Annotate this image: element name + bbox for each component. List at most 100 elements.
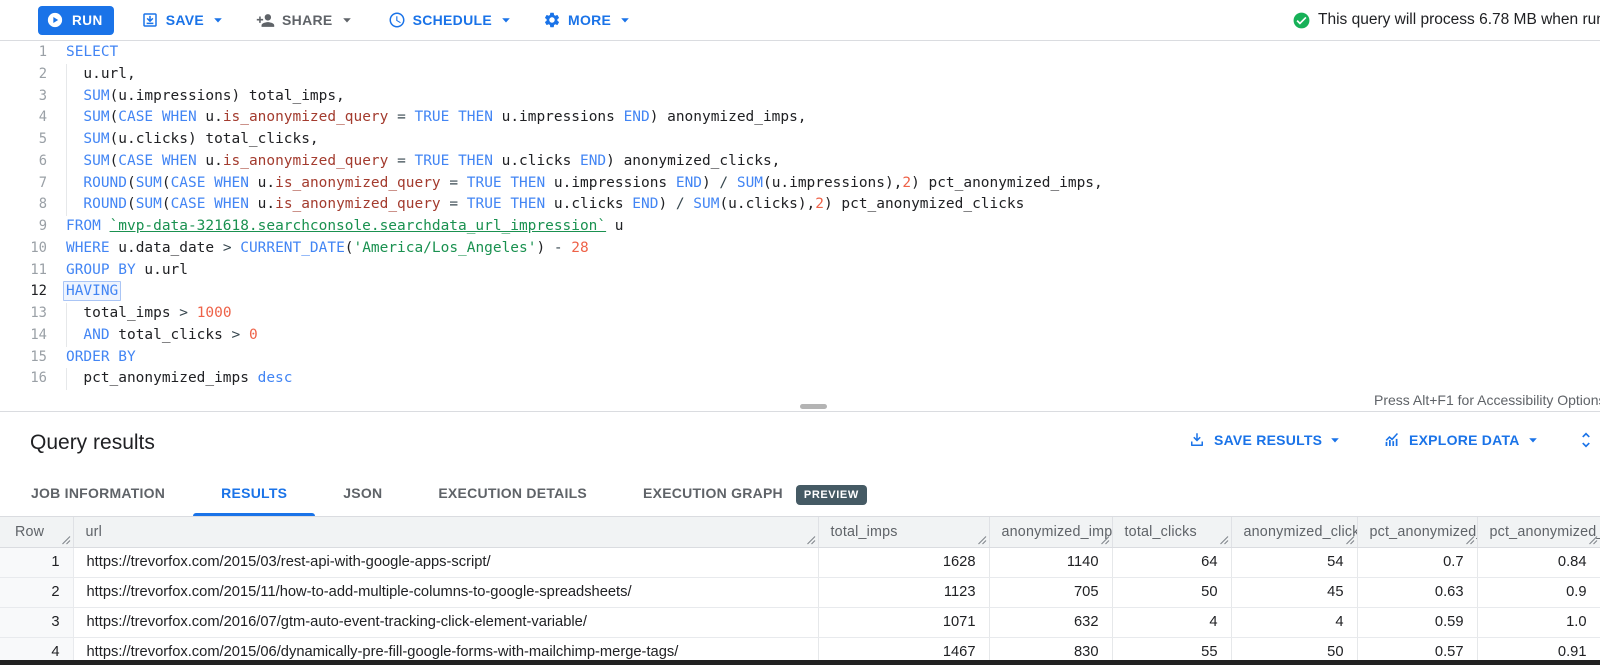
- token-pl: (: [110, 153, 119, 169]
- token-pl: [685, 196, 694, 212]
- more-dropdown-caret-icon: [620, 15, 630, 25]
- cell-total-imps[interactable]: 1123: [818, 577, 989, 607]
- column-resize-icon[interactable]: [61, 535, 71, 545]
- column-header-anonymized-clicks[interactable]: anonymized_clicks: [1231, 517, 1357, 547]
- more-button[interactable]: MORE: [543, 11, 630, 29]
- code-line[interactable]: 6 SUM(CASE WHEN u.is_anonymized_query = …: [0, 151, 1600, 173]
- line-number: 5: [0, 129, 47, 151]
- cell-pct-anonymized-imps[interactable]: 0.59: [1357, 607, 1477, 637]
- token-pl: [449, 153, 458, 169]
- row-number-cell[interactable]: 3: [0, 607, 73, 637]
- code-line[interactable]: 7 ROUND(SUM(CASE WHEN u.is_anonymized_qu…: [0, 173, 1600, 195]
- token-pl: (: [127, 175, 136, 191]
- cell-anonymized-imps[interactable]: 1140: [989, 547, 1112, 577]
- results-header: Query results SAVE RESULTS EXPLORE DATA: [0, 413, 1600, 466]
- cell-anonymized-clicks[interactable]: 45: [1231, 577, 1357, 607]
- token-kw: ROUND: [83, 175, 127, 191]
- token-pl: u.clicks: [493, 153, 580, 169]
- row-number-cell[interactable]: 2: [0, 577, 73, 607]
- schedule-button[interactable]: SCHEDULE: [388, 11, 511, 29]
- column-header-row[interactable]: Row: [0, 517, 73, 547]
- cell-total-imps[interactable]: 1628: [818, 547, 989, 577]
- code-line[interactable]: 12HAVING: [0, 281, 1600, 303]
- table-body: 1https://trevorfox.com/2015/03/rest-api-…: [0, 547, 1600, 665]
- code-line[interactable]: 2 u.url,: [0, 64, 1600, 86]
- save-button[interactable]: SAVE: [141, 11, 223, 29]
- token-pl: ) pct_anonymized_imps,: [911, 175, 1103, 191]
- code-text: ROUND(SUM(CASE WHEN u.is_anonymized_quer…: [66, 194, 1024, 216]
- cell-anonymized-clicks[interactable]: 4: [1231, 607, 1357, 637]
- cell-pct-anonymized-clicks[interactable]: 0.9: [1477, 577, 1600, 607]
- column-header-total-imps[interactable]: total_imps: [818, 517, 989, 547]
- save-icon: [141, 11, 159, 29]
- person-add-icon: [256, 11, 275, 30]
- cell-url[interactable]: https://trevorfox.com/2016/07/gtm-auto-e…: [73, 607, 818, 637]
- cell-url[interactable]: https://trevorfox.com/2015/03/rest-api-w…: [73, 547, 818, 577]
- tab-execution-details[interactable]: EXECUTION DETAILS: [410, 466, 615, 516]
- cell-url[interactable]: https://trevorfox.com/2015/11/how-to-add…: [73, 577, 818, 607]
- code-line[interactable]: 4 SUM(CASE WHEN u.is_anonymized_query = …: [0, 107, 1600, 129]
- cell-total-imps[interactable]: 1071: [818, 607, 989, 637]
- horizontal-scrollbar-thumb[interactable]: [0, 660, 1600, 665]
- code-line[interactable]: 13 total_imps > 1000: [0, 303, 1600, 325]
- code-line[interactable]: 15ORDER BY: [0, 347, 1600, 369]
- save-results-label: SAVE RESULTS: [1214, 432, 1322, 448]
- cell-total-clicks[interactable]: 4: [1112, 607, 1231, 637]
- collapse-results-button[interactable]: [1576, 413, 1596, 466]
- line-number: 8: [0, 194, 47, 216]
- tab-json[interactable]: JSON: [315, 466, 410, 516]
- sql-editor[interactable]: 1SELECT2 u.url,3 SUM(u.impressions) tota…: [0, 41, 1600, 412]
- tab-results[interactable]: RESULTS: [193, 466, 315, 516]
- column-resize-icon[interactable]: [1219, 535, 1229, 545]
- column-resize-icon[interactable]: [1465, 535, 1475, 545]
- token-kw: CASE: [118, 109, 153, 125]
- cell-anonymized-imps[interactable]: 705: [989, 577, 1112, 607]
- code-text: u.url,: [66, 64, 136, 86]
- accessibility-hint: Press Alt+F1 for Accessibility Options: [1374, 392, 1600, 408]
- column-resize-icon[interactable]: [806, 535, 816, 545]
- tab-execution-graph[interactable]: EXECUTION GRAPHPREVIEW: [615, 466, 895, 516]
- share-button[interactable]: SHARE: [256, 11, 352, 30]
- cell-pct-anonymized-imps[interactable]: 0.63: [1357, 577, 1477, 607]
- save-results-button[interactable]: SAVE RESULTS: [1188, 413, 1340, 466]
- column-resize-icon[interactable]: [1345, 535, 1355, 545]
- column-header-anonymized-imps[interactable]: anonymized_imps: [989, 517, 1112, 547]
- column-resize-icon[interactable]: [977, 535, 987, 545]
- column-label: pct_anonymized_clicks: [1490, 524, 1600, 540]
- code-line[interactable]: 14 AND total_clicks > 0: [0, 325, 1600, 347]
- cell-total-clicks[interactable]: 50: [1112, 577, 1231, 607]
- row-number-cell[interactable]: 1: [0, 547, 73, 577]
- column-header-pct-anonymized-clicks[interactable]: pct_anonymized_clicks: [1477, 517, 1600, 547]
- code-line[interactable]: 5 SUM(u.clicks) total_clicks,: [0, 129, 1600, 151]
- code-line[interactable]: 10WHERE u.data_date > CURRENT_DATE('Amer…: [0, 238, 1600, 260]
- column-resize-icon[interactable]: [1588, 535, 1598, 545]
- splitter-drag-handle[interactable]: [800, 404, 827, 409]
- token-pl: u.data_date: [110, 240, 223, 256]
- explore-data-button[interactable]: EXPLORE DATA: [1383, 413, 1538, 466]
- code-line[interactable]: 9FROM `mvp-data-321618.searchconsole.sea…: [0, 216, 1600, 238]
- cell-total-clicks[interactable]: 64: [1112, 547, 1231, 577]
- tab-job-information[interactable]: JOB INFORMATION: [3, 466, 193, 516]
- run-button[interactable]: RUN: [38, 6, 114, 35]
- cell-anonymized-imps[interactable]: 632: [989, 607, 1112, 637]
- code-line[interactable]: 3 SUM(u.impressions) total_imps,: [0, 86, 1600, 108]
- query-toolbar: RUN SAVE SHARE SCHEDULE: [0, 0, 1600, 41]
- line-number: 10: [0, 238, 47, 260]
- column-header-url[interactable]: url: [73, 517, 818, 547]
- save-results-caret-icon: [1330, 435, 1340, 445]
- column-resize-icon[interactable]: [1100, 535, 1110, 545]
- code-line[interactable]: 1SELECT: [0, 42, 1600, 64]
- column-header-pct-anonymized-imps[interactable]: pct_anonymized_imps: [1357, 517, 1477, 547]
- code-line[interactable]: 16 pct_anonymized_imps desc: [0, 368, 1600, 390]
- token-pl: u.impressions: [493, 109, 624, 125]
- code-line[interactable]: 8 ROUND(SUM(CASE WHEN u.is_anonymized_qu…: [0, 194, 1600, 216]
- cell-anonymized-clicks[interactable]: 54: [1231, 547, 1357, 577]
- token-pl: ): [658, 196, 675, 212]
- cell-pct-anonymized-clicks[interactable]: 0.84: [1477, 547, 1600, 577]
- column-label: pct_anonymized_imps: [1370, 524, 1478, 540]
- line-number: 14: [0, 325, 47, 347]
- column-header-total-clicks[interactable]: total_clicks: [1112, 517, 1231, 547]
- code-line[interactable]: 11GROUP BY u.url: [0, 260, 1600, 282]
- cell-pct-anonymized-imps[interactable]: 0.7: [1357, 547, 1477, 577]
- cell-pct-anonymized-clicks[interactable]: 1.0: [1477, 607, 1600, 637]
